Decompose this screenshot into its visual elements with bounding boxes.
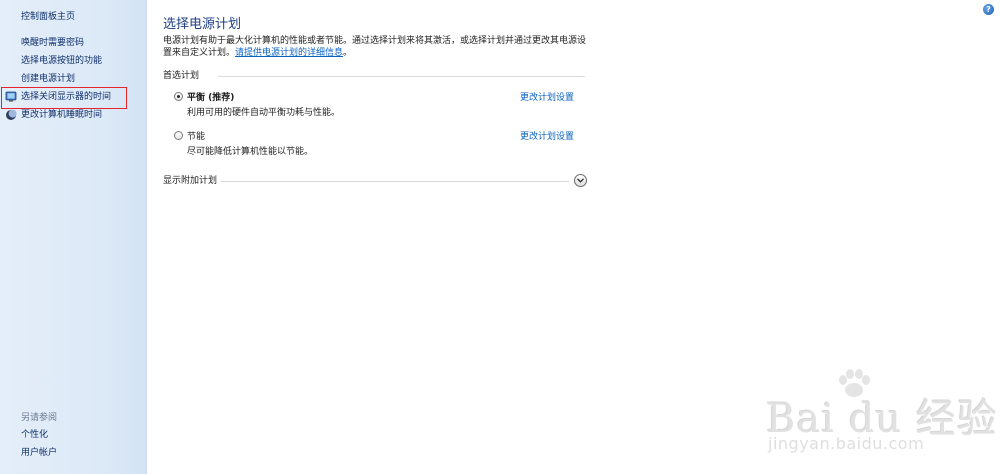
help-icon[interactable]: ? bbox=[983, 4, 994, 15]
plan-power-saver-change-settings-link[interactable]: 更改计划设置 bbox=[520, 129, 574, 142]
sidebar-link-user-accounts[interactable]: 用户帐户 bbox=[21, 446, 57, 460]
show-additional-plans[interactable]: 显示附加计划 bbox=[163, 174, 587, 187]
highlight-annotation-box bbox=[1, 87, 127, 109]
moon-icon bbox=[5, 109, 17, 121]
show-additional-plans-divider bbox=[221, 181, 569, 182]
plan-details-link[interactable]: 请提供电源计划的详细信息 bbox=[235, 48, 343, 58]
expand-chevron-icon[interactable] bbox=[574, 174, 587, 187]
see-also-header: 另请参阅 bbox=[21, 413, 58, 423]
sidebar-link-sleep-time[interactable]: 更改计算机睡眠时间 bbox=[21, 108, 102, 122]
plan-balanced-radio[interactable] bbox=[174, 92, 183, 101]
preferred-plans-header: 首选计划 bbox=[163, 70, 585, 82]
plan-power-saver-name[interactable]: 节能 bbox=[187, 129, 205, 142]
plan-power-saver-description: 尽可能降低计算机性能以节能。 bbox=[187, 147, 314, 157]
plan-balanced: 平衡 (推荐) 利用可用的硬件自动平衡功耗与性能。 更改计划设置 bbox=[174, 90, 585, 120]
show-additional-plans-label[interactable]: 显示附加计划 bbox=[163, 176, 217, 186]
plan-power-saver-radio[interactable] bbox=[174, 131, 183, 140]
intro-text: 电源计划有助于最大化计算机的性能或者节能。通过选择计划来将其激活，或选择计划并通… bbox=[163, 35, 593, 59]
plan-balanced-name[interactable]: 平衡 (推荐) bbox=[187, 90, 234, 103]
intro-description: 电源计划有助于最大化计算机的性能或者节能。通过选择计划来将其激活，或选择计划并通… bbox=[163, 36, 587, 58]
sidebar-link-create-plan[interactable]: 创建电源计划 bbox=[21, 72, 75, 86]
sidebar-link-power-buttons[interactable]: 选择电源按钮的功能 bbox=[21, 54, 102, 68]
sidebar-link-control-panel-home[interactable]: 控制面板主页 bbox=[21, 10, 75, 24]
baidu-watermark: Bai du 经验 jingyan.baidu.com bbox=[760, 368, 997, 458]
plan-balanced-description: 利用可用的硬件自动平衡功耗与性能。 bbox=[187, 108, 341, 118]
sidebar-link-personalization[interactable]: 个性化 bbox=[21, 428, 48, 442]
preferred-plans-label: 首选计划 bbox=[163, 71, 200, 81]
preferred-plans-divider bbox=[218, 76, 585, 77]
watermark-url: jingyan.baidu.com bbox=[768, 434, 925, 453]
page-title: 选择电源计划 bbox=[163, 17, 242, 32]
intro-end: 。 bbox=[343, 48, 353, 58]
sidebar-link-require-password[interactable]: 唤醒时需要密码 bbox=[21, 36, 84, 50]
plan-power-saver: 节能 尽可能降低计算机性能以节能。 更改计划设置 bbox=[174, 129, 585, 159]
task-pane: 控制面板主页 唤醒时需要密码 选择电源按钮的功能 创建电源计划 选择关闭显示器的… bbox=[0, 0, 147, 474]
plan-balanced-change-settings-link[interactable]: 更改计划设置 bbox=[520, 90, 574, 103]
